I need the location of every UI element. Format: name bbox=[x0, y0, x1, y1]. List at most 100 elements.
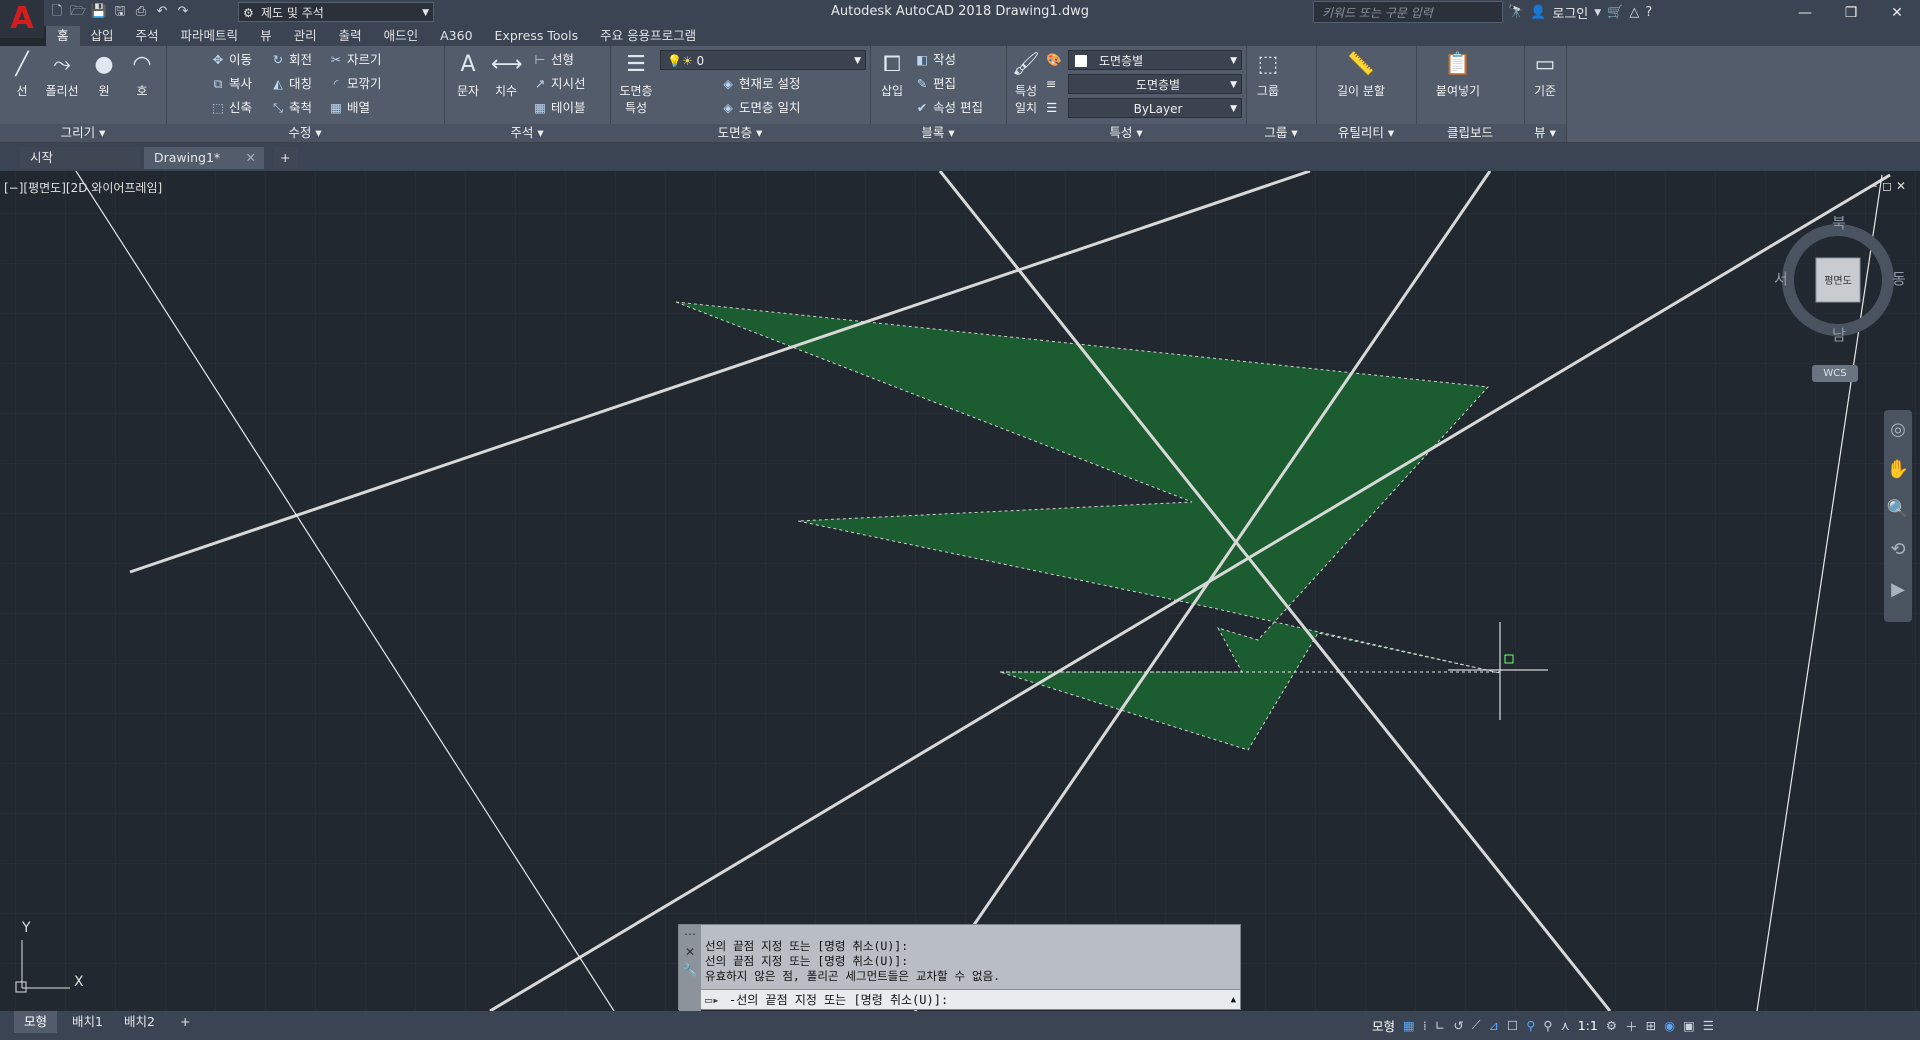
array-button[interactable]: ▦ 배열 bbox=[328, 98, 370, 118]
grip-icon[interactable]: ⋯ bbox=[679, 925, 701, 943]
print-icon[interactable]: ⎙ bbox=[132, 3, 150, 21]
tab-insert[interactable]: 삽입 bbox=[80, 26, 125, 46]
close-icon[interactable]: ✕ bbox=[246, 147, 256, 169]
isodraft-icon[interactable]: ⟋ bbox=[1472, 1017, 1481, 1033]
move-button[interactable]: ✥ 이동 bbox=[210, 50, 252, 70]
tab-start[interactable]: 시작 bbox=[20, 147, 140, 169]
close-icon[interactable]: ✕ bbox=[1874, 0, 1920, 26]
rotate-button[interactable]: ↻ 회전 bbox=[270, 50, 312, 70]
color-wheel-icon[interactable]: 🎨 bbox=[1046, 50, 1062, 70]
mirror-button[interactable]: ◭ 대칭 bbox=[270, 74, 312, 94]
group-button[interactable]: ⬚ 그룹 bbox=[1248, 50, 1288, 99]
match-layer-button[interactable]: ◈ 도면층 일치 bbox=[720, 98, 800, 118]
layer-properties-button[interactable]: ☰ 도면층 특성 bbox=[614, 50, 658, 116]
panel-title-groups[interactable]: 그룹 ▾ bbox=[1246, 124, 1316, 142]
annotation-visibility-icon[interactable]: ⚲ bbox=[1526, 1018, 1535, 1033]
measure-button[interactable]: 📏 길이 분할 bbox=[1328, 50, 1394, 99]
redo-icon[interactable]: ↷ bbox=[174, 3, 192, 21]
polyline-button[interactable]: ⤳ 폴리선 bbox=[42, 50, 82, 99]
panel-title-view[interactable]: 뷰 ▾ bbox=[1524, 124, 1566, 142]
dimension-button[interactable]: ⟷ 치수 bbox=[486, 50, 526, 99]
tab-view[interactable]: 뷰 bbox=[249, 26, 283, 46]
viewport-label[interactable]: [−][평면도][2D 와이어프레임] bbox=[4, 179, 162, 196]
annotation-scale-dropdown[interactable]: 1:1 bbox=[1578, 1018, 1598, 1033]
ortho-icon[interactable]: ∟ bbox=[1435, 1018, 1445, 1033]
layer-dropdown[interactable]: 💡☀ 0 ▼ bbox=[660, 50, 866, 70]
fullscreen-icon[interactable]: ▣ bbox=[1683, 1018, 1695, 1033]
tab-a360[interactable]: A360 bbox=[429, 26, 483, 46]
command-input[interactable]: ▭▸ -선의 끝점 지정 또는 [명령 취소(U)]: ▲ bbox=[701, 989, 1240, 1009]
tab-annotate[interactable]: 주석 bbox=[125, 26, 170, 46]
cart-icon[interactable]: 🛒 bbox=[1607, 5, 1623, 20]
auto-scale-icon[interactable]: ⚲ bbox=[1543, 1018, 1552, 1033]
new-tab-button[interactable]: + bbox=[274, 147, 298, 169]
lineweight-toggle-icon[interactable]: ☐ bbox=[1507, 1018, 1518, 1033]
stretch-button[interactable]: ⬚ 신축 bbox=[210, 98, 252, 118]
panel-title-draw[interactable]: 그리기 ▾ bbox=[0, 124, 166, 142]
linetype-dropdown[interactable]: 도면층별 ▼ bbox=[1068, 74, 1242, 94]
annotation-scale-icon[interactable]: ⋏ bbox=[1561, 1018, 1570, 1033]
new-file-icon[interactable]: 🗋 bbox=[48, 3, 66, 21]
tab-drawing1[interactable]: Drawing1* ✕ bbox=[144, 147, 264, 169]
trim-button[interactable]: ✂ 자르기 bbox=[328, 50, 382, 70]
help-icon[interactable]: ? bbox=[1645, 5, 1652, 20]
viewcube[interactable]: 북 남 동 서 평면도 bbox=[1774, 214, 1906, 344]
text-button[interactable]: A 문자 bbox=[448, 50, 488, 99]
scale-button[interactable]: ⤡ 축척 bbox=[270, 98, 312, 118]
tab-featured-apps[interactable]: 주요 응용프로그램 bbox=[589, 26, 707, 46]
tab-layout2[interactable]: 배치2 bbox=[114, 1011, 165, 1033]
table-button[interactable]: ▦ 테이블 bbox=[532, 98, 585, 118]
restore-icon[interactable]: ❐ bbox=[1828, 0, 1874, 26]
snap-icon[interactable]: ⁞ bbox=[1423, 1018, 1427, 1033]
search-input[interactable]: 키워드 또는 구문 입력 bbox=[1313, 1, 1503, 23]
save-as-icon[interactable]: 🖫 bbox=[111, 3, 129, 21]
orbit-icon[interactable]: ⟲ bbox=[1884, 530, 1912, 570]
undo-icon[interactable]: ↶ bbox=[153, 3, 171, 21]
minimize-icon[interactable]: — bbox=[1782, 0, 1828, 26]
lineweight-dropdown[interactable]: ByLayer ▼ bbox=[1068, 98, 1242, 118]
tab-manage[interactable]: 관리 bbox=[283, 26, 328, 46]
viewcube-east[interactable]: 동 bbox=[1892, 268, 1906, 289]
viewcube-face-top[interactable]: 평면도 bbox=[1816, 272, 1860, 287]
panel-title-annotation[interactable]: 주석 ▾ bbox=[444, 124, 610, 142]
autocad-logo-button[interactable]: A bbox=[0, 0, 44, 38]
fillet-button[interactable]: ◜ 모깎기 bbox=[328, 74, 382, 94]
save-icon[interactable]: 💾 bbox=[90, 3, 108, 21]
copy-button[interactable]: ⧉ 복사 bbox=[210, 74, 252, 94]
chevron-down-icon[interactable]: ▼ bbox=[1594, 8, 1601, 18]
linear-dim-button[interactable]: ⊢ 선형 bbox=[532, 50, 574, 70]
close-icon[interactable]: ✕ bbox=[679, 943, 701, 961]
panel-title-utilities[interactable]: 유틸리티 ▾ bbox=[1316, 124, 1416, 142]
showmotion-icon[interactable]: ▶ bbox=[1884, 570, 1912, 610]
tab-model[interactable]: 모형 bbox=[14, 1011, 58, 1033]
add-layout-button[interactable]: + bbox=[170, 1011, 200, 1033]
open-file-icon[interactable]: 🗁 bbox=[69, 3, 87, 21]
model-space-button[interactable]: 모형 bbox=[1372, 1016, 1395, 1035]
chevron-up-icon[interactable]: ▲ bbox=[1231, 990, 1236, 1010]
isolate-icon[interactable]: ◉ bbox=[1664, 1018, 1675, 1033]
base-view-button[interactable]: ▭ 기준 bbox=[1525, 50, 1565, 99]
tab-express-tools[interactable]: Express Tools bbox=[484, 26, 590, 46]
steering-wheel-icon[interactable]: ◎ bbox=[1884, 410, 1912, 450]
panel-title-block[interactable]: 블록 ▾ bbox=[870, 124, 1006, 142]
polar-icon[interactable]: ↺ bbox=[1453, 1018, 1463, 1033]
viewcube-west[interactable]: 서 bbox=[1774, 268, 1788, 289]
insert-block-button[interactable]: ⧠ 삽입 bbox=[872, 50, 912, 99]
a360-icon[interactable]: △ bbox=[1629, 5, 1639, 20]
osnap-icon[interactable]: ⊿ bbox=[1489, 1018, 1499, 1033]
paste-button[interactable]: 📋 붙여넣기 bbox=[1428, 50, 1488, 99]
wcs-menu[interactable]: WCS bbox=[1812, 365, 1858, 382]
circle-button[interactable]: ● 원 bbox=[84, 50, 124, 99]
pan-icon[interactable]: ✋ bbox=[1884, 450, 1912, 490]
leader-button[interactable]: ↗ 지시선 bbox=[532, 74, 586, 94]
make-current-button[interactable]: ◈ 현재로 설정 bbox=[720, 74, 800, 94]
panel-title-properties[interactable]: 특성 ▾ bbox=[1006, 124, 1246, 142]
plus-icon[interactable]: ＋ bbox=[1625, 1016, 1638, 1035]
workspace-gear-icon[interactable]: ⚙ bbox=[1606, 1018, 1617, 1033]
tab-parametric[interactable]: 파라메트릭 bbox=[170, 26, 250, 46]
wrench-icon[interactable]: 🔧 bbox=[679, 961, 701, 979]
viewcube-south[interactable]: 남 bbox=[1832, 324, 1846, 345]
login-button[interactable]: 로그인 bbox=[1552, 3, 1588, 22]
tab-layout1[interactable]: 배치1 bbox=[62, 1011, 113, 1033]
edit-block-button[interactable]: ✎ 편집 bbox=[914, 74, 956, 94]
